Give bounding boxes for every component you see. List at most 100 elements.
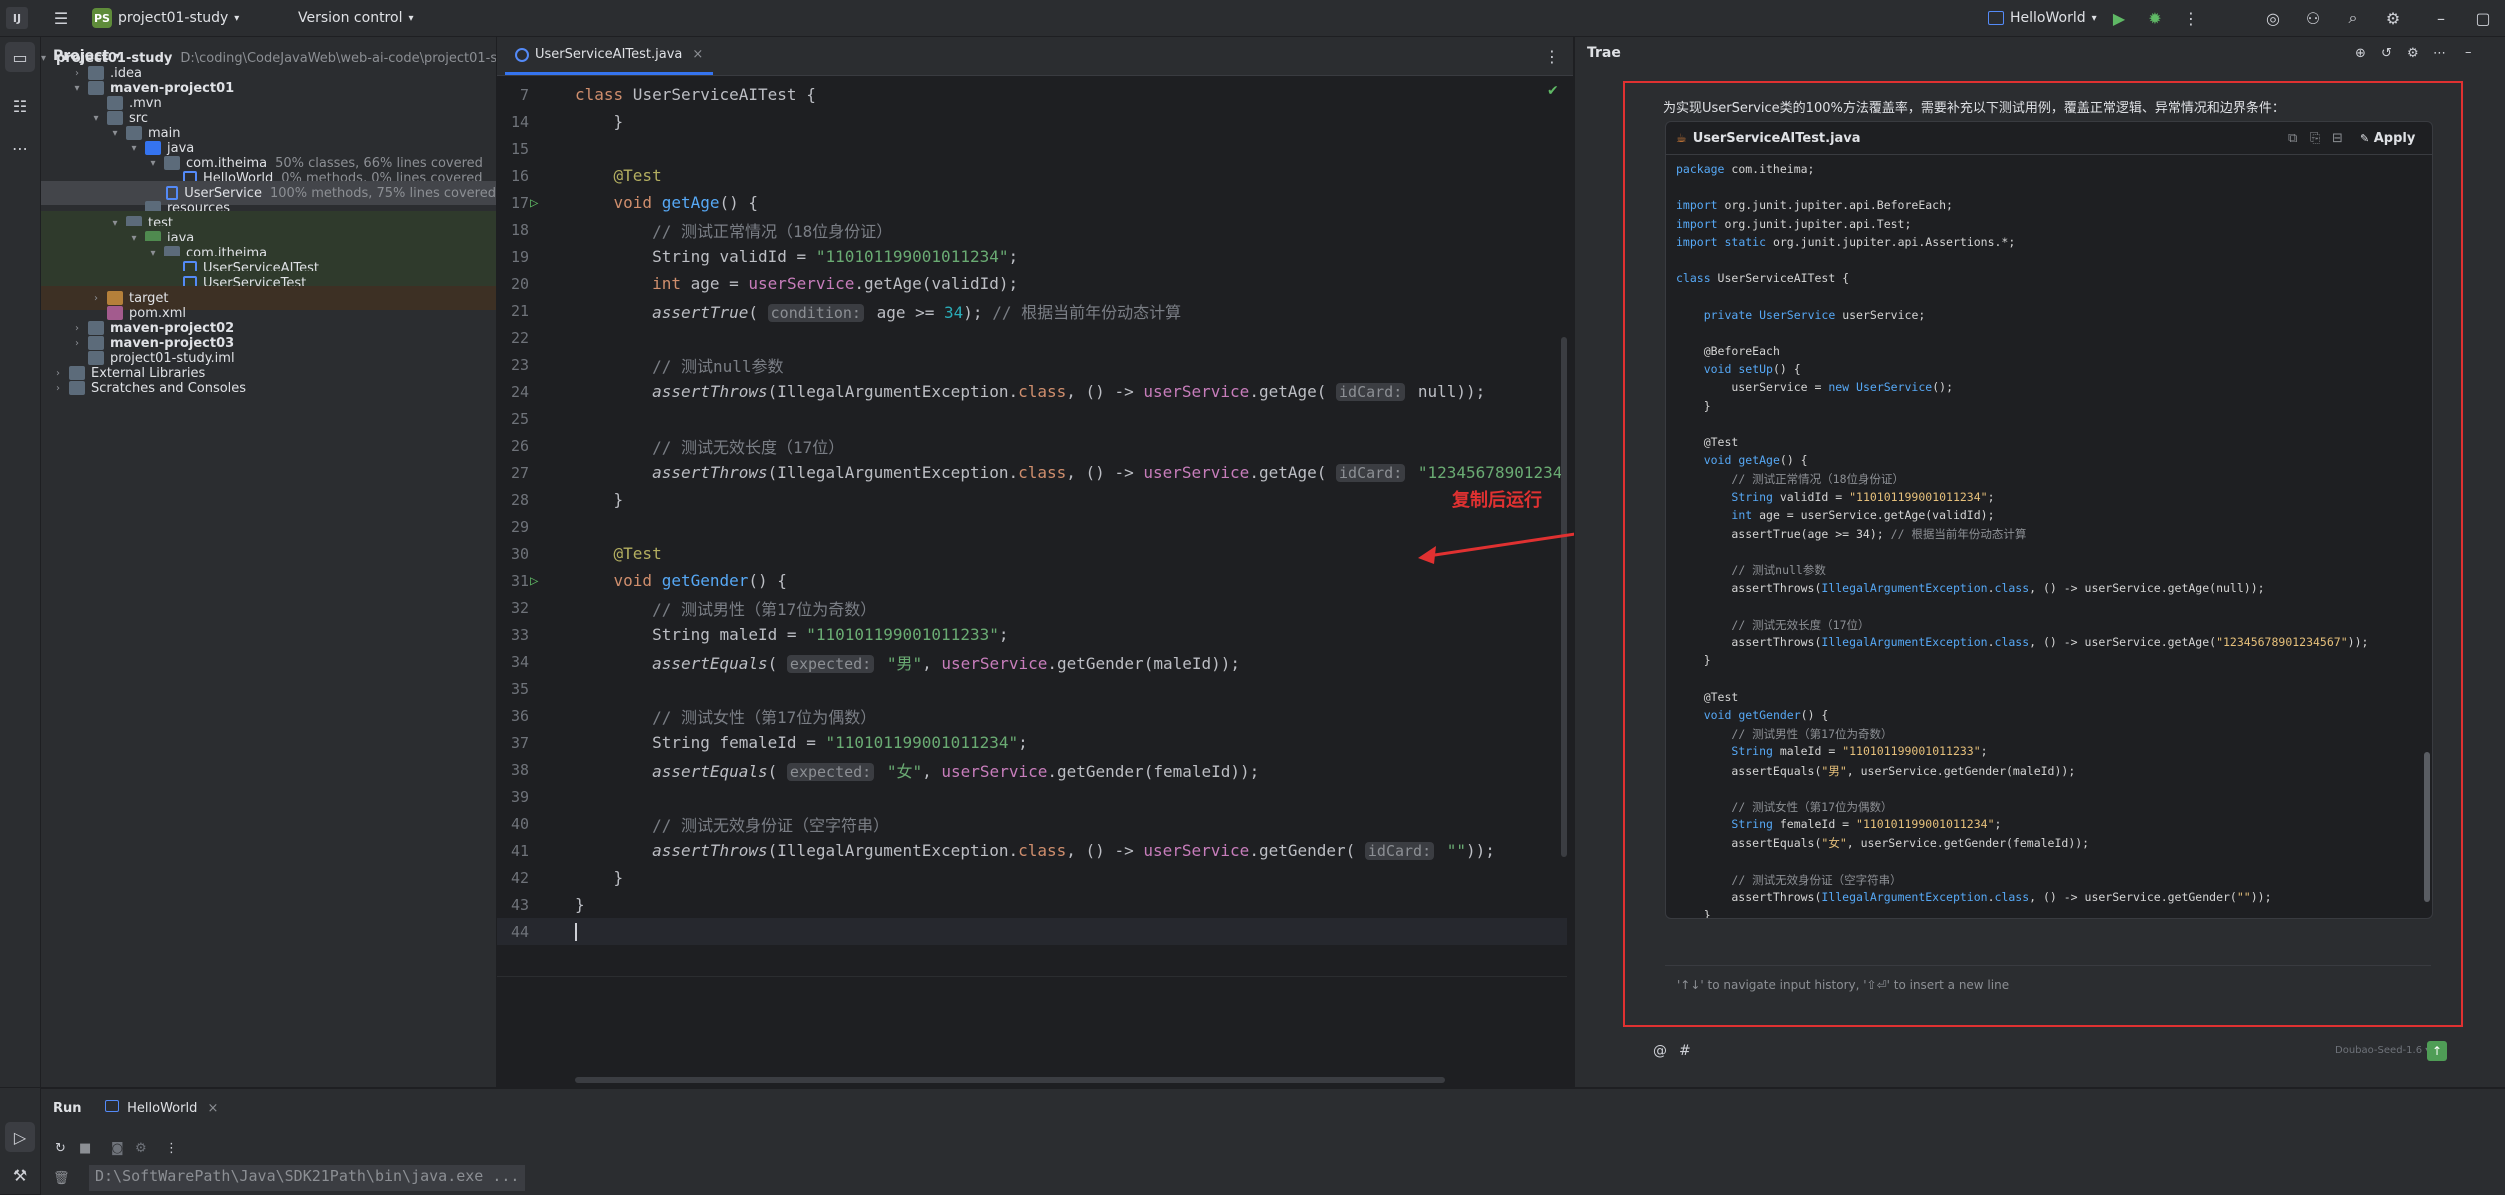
console-output[interactable]: D:\SoftWarePath\Java\SDK21Path\bin\java.… <box>89 1165 526 1191</box>
trae-title: Trae <box>1587 45 1621 61</box>
new-chat-icon[interactable]: ⊕ <box>2355 46 2366 61</box>
code-line[interactable]: 29 <box>497 513 1567 540</box>
code-line[interactable]: 43} <box>497 891 1567 918</box>
card-scrollbar[interactable] <box>2424 752 2430 902</box>
code-line[interactable]: 14 } <box>497 108 1567 135</box>
code-line[interactable]: 36 // 测试女性（第17位为偶数） <box>497 702 1567 729</box>
diff-icon[interactable]: ⊟ <box>2332 131 2343 146</box>
settings-icon[interactable]: ⚙ <box>135 1141 147 1156</box>
code-line[interactable]: 39 <box>497 783 1567 810</box>
run-tool-icon[interactable]: ▷ <box>5 1122 35 1152</box>
structure-icon[interactable]: ☷ <box>5 91 35 121</box>
code-line[interactable]: 34 assertEquals( expected: "男", userServ… <box>497 648 1567 675</box>
code-line[interactable]: 44 <box>497 918 1567 945</box>
code-line[interactable]: 37 String femaleId = "110101199001011234… <box>497 729 1567 756</box>
code-line[interactable]: 22 <box>497 324 1567 351</box>
project-switcher[interactable]: PS project01-study ▾ <box>92 0 239 36</box>
trash-icon[interactable]: 🗑 <box>53 1171 70 1186</box>
hammer-icon[interactable]: ⚒ <box>5 1160 35 1190</box>
mention-button[interactable]: @ <box>1653 1043 1667 1059</box>
run-test-icon[interactable]: ▷ <box>530 573 538 589</box>
chat-toolbar: @ # Doubao-Seed-1.6 ▾ ↑ <box>1623 1035 2463 1075</box>
minimize-icon[interactable]: – <box>2465 45 2472 60</box>
run-icon: ▶ <box>2112 8 2126 28</box>
tree-item[interactable]: › Scratches and Consoles <box>41 376 496 400</box>
code-text: } <box>575 868 624 887</box>
close-icon[interactable]: × <box>208 1101 219 1116</box>
main-menu-icon[interactable]: ☰ <box>46 0 76 36</box>
search-button[interactable]: ⌕ <box>2338 0 2368 36</box>
code-text: void getGender() { <box>613 571 787 590</box>
vertical-scrollbar[interactable] <box>1561 337 1567 857</box>
title-bar: IJ ☰ PS project01-study ▾ Version contro… <box>0 0 2505 37</box>
code-text: assertThrows(IllegalArgumentException.cl… <box>652 382 1486 401</box>
apply-button[interactable]: ✎ Apply <box>2360 131 2415 146</box>
rerun-icon[interactable]: ↻ <box>55 1141 66 1156</box>
code-line[interactable]: 23 // 测试null参数 <box>497 351 1567 378</box>
code-line[interactable]: 20 int age = userService.getAge(validId)… <box>497 270 1567 297</box>
code-line[interactable]: 7 class UserServiceAITest { <box>497 81 1567 108</box>
code-line[interactable]: 19 String validId = "110101199001011234"… <box>497 243 1567 270</box>
line-number: 23 <box>510 355 529 374</box>
suggestion-code-line: int age = userService.getAge(validId); <box>1731 507 1995 522</box>
run-tab[interactable]: HelloWorld × <box>105 1100 218 1116</box>
gear-icon: ⚙ <box>2385 8 2401 28</box>
insert-icon[interactable]: ⎘ <box>2310 131 2320 146</box>
code-line[interactable]: 24 assertThrows(IllegalArgumentException… <box>497 378 1567 405</box>
more-horizontal-icon[interactable]: ⋯ <box>5 133 35 163</box>
copy-icon[interactable]: ⧉ <box>2288 131 2297 146</box>
code-line[interactable]: 16 @Test <box>497 162 1567 189</box>
code-line[interactable]: 40 // 测试无效身份证（空字符串） <box>497 810 1567 837</box>
chevron-right-icon[interactable]: › <box>51 383 65 394</box>
context-button[interactable]: # <box>1679 1043 1691 1059</box>
tab-userserviceaitest[interactable]: UserServiceAITest.java × <box>505 37 714 75</box>
ide-logo-icon[interactable]: IJ <box>6 0 28 36</box>
ai-assistant-button[interactable]: ◎ <box>2258 0 2288 36</box>
vcs-menu[interactable]: Version control ▾ <box>298 0 414 36</box>
model-selector[interactable]: Doubao-Seed-1.6 ▾ <box>2335 1045 2430 1056</box>
close-icon[interactable]: × <box>692 47 703 62</box>
code-line[interactable]: 41 assertThrows(IllegalArgumentException… <box>497 837 1567 864</box>
stop-icon[interactable]: ■ <box>79 1141 91 1156</box>
code-line[interactable]: 26 // 测试无效长度（17位） <box>497 432 1567 459</box>
code-line[interactable]: 27 assertThrows(IllegalArgumentException… <box>497 459 1567 486</box>
camera-icon[interactable]: ◙ <box>111 1141 124 1156</box>
code-line[interactable]: 28 } <box>497 486 1567 513</box>
more-vertical-icon[interactable]: ⋮ <box>165 1141 178 1156</box>
debug-button[interactable]: ✹ <box>2140 0 2170 36</box>
add-user-button[interactable]: ⚇ <box>2298 0 2328 36</box>
settings-button[interactable]: ⚙ <box>2378 0 2408 36</box>
code-line[interactable]: 31 ▷ void getGender() { <box>497 567 1567 594</box>
code-line[interactable]: 32 // 测试男性（第17位为奇数） <box>497 594 1567 621</box>
run-test-icon[interactable]: ▷ <box>530 195 538 211</box>
code-line[interactable]: 30 @Test <box>497 540 1567 567</box>
chat-input[interactable]: '↑↓' to navigate input history, '⇧⏎' to … <box>1665 965 2431 1024</box>
java-class-icon <box>515 47 529 62</box>
suggestion-code-line: String validId = "110101199001011234"; <box>1731 489 1995 504</box>
more-actions-button[interactable]: ⋮ <box>2176 0 2206 36</box>
code-line[interactable]: 25 <box>497 405 1567 432</box>
history-icon[interactable]: ↺ <box>2381 46 2392 61</box>
code-line[interactable]: 38 assertEquals( expected: "女", userServ… <box>497 756 1567 783</box>
folder-icon[interactable]: ▭ <box>5 42 35 72</box>
code-line[interactable]: 42 } <box>497 864 1567 891</box>
gear-icon[interactable]: ⚙ <box>2407 46 2419 61</box>
code-line[interactable]: 18 // 测试正常情况（18位身份证） <box>497 216 1567 243</box>
java-file-icon: ☕ <box>1676 131 1687 145</box>
maximize-button[interactable]: ▢ <box>2468 0 2498 36</box>
minimize-button[interactable]: – <box>2426 0 2456 36</box>
code-line[interactable]: 33 String maleId = "110101199001011233"; <box>497 621 1567 648</box>
run-config-selector[interactable]: HelloWorld ▾ <box>1988 0 2097 36</box>
code-text: assertEquals( expected: "女", userService… <box>652 761 1260 781</box>
more-horizontal-icon[interactable]: ⋯ <box>2433 46 2446 61</box>
code-line[interactable]: 35 <box>497 675 1567 702</box>
more-vertical-icon[interactable]: ⋮ <box>1537 41 1567 71</box>
run-button[interactable]: ▶ <box>2104 0 2134 36</box>
code-line[interactable]: 17 ▷ void getAge() { <box>497 189 1567 216</box>
horizontal-scrollbar[interactable] <box>575 1077 1445 1083</box>
code-suggestion-card: ☕ UserServiceAITest.java ⧉ ⎘ ⊟ ✎ Apply p… <box>1665 121 2433 919</box>
line-number: 20 <box>510 274 529 293</box>
code-line[interactable]: 21 assertTrue( condition: age >= 34); //… <box>497 297 1567 324</box>
code-line[interactable]: 15 <box>497 135 1567 162</box>
send-button[interactable]: ↑ <box>2427 1041 2447 1061</box>
